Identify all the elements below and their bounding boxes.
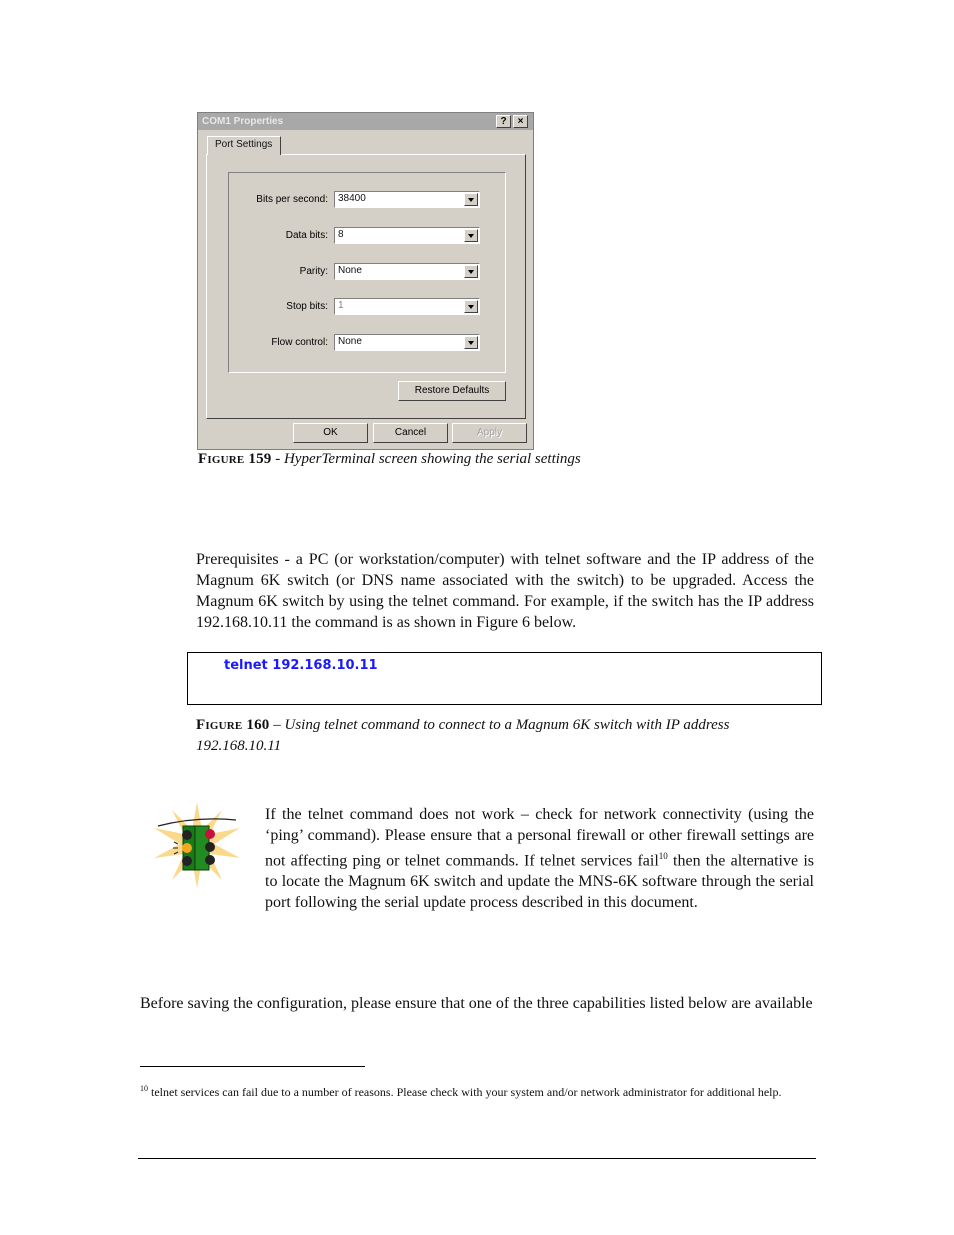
note-paragraph-top: If the telnet command does not work – ch… bbox=[265, 804, 814, 913]
figure-description: - HyperTerminal screen showing the seria… bbox=[271, 451, 581, 467]
figure-description: – Using telnet command to connect to a M… bbox=[196, 717, 730, 754]
close-button[interactable]: × bbox=[513, 115, 528, 128]
footnote-separator bbox=[140, 1066, 365, 1067]
footnote-reference[interactable]: 10 bbox=[659, 851, 668, 861]
dialog-title-bar: COM1 Properties bbox=[198, 113, 533, 130]
restore-defaults-button[interactable]: Restore Defaults bbox=[398, 381, 506, 401]
footnote-number: 10 bbox=[140, 1084, 148, 1093]
flow-control-value: None bbox=[338, 336, 362, 347]
footnote: 10 telnet services can fail due to a num… bbox=[140, 1080, 800, 1101]
data-bits-value: 8 bbox=[338, 229, 344, 240]
chevron-down-icon[interactable] bbox=[464, 193, 478, 206]
figure-label: Figure 159 bbox=[198, 451, 272, 467]
ok-button[interactable]: OK bbox=[293, 423, 368, 443]
parity-select[interactable]: None bbox=[334, 263, 480, 280]
parity-value: None bbox=[338, 265, 362, 276]
traffic-light-icon bbox=[150, 800, 244, 890]
tab-port-settings[interactable]: Port Settings bbox=[207, 136, 281, 155]
bits-per-second-label: Bits per second: bbox=[256, 194, 328, 205]
stop-bits-label: Stop bits: bbox=[286, 301, 328, 312]
apply-button[interactable]: Apply bbox=[452, 423, 527, 443]
data-bits-label: Data bits: bbox=[285, 230, 328, 241]
page-footer-rule bbox=[138, 1158, 816, 1159]
cancel-button[interactable]: Cancel bbox=[373, 423, 448, 443]
telnet-command: telnet 192.168.10.11 bbox=[224, 658, 378, 673]
stop-bits-select[interactable]: 1 bbox=[334, 298, 480, 315]
figure-label: Figure 160 bbox=[196, 717, 270, 733]
help-button[interactable]: ? bbox=[496, 115, 511, 128]
chevron-down-icon[interactable] bbox=[464, 300, 478, 313]
chevron-down-icon[interactable] bbox=[464, 336, 478, 349]
chevron-down-icon[interactable] bbox=[464, 229, 478, 242]
dialog-title: COM1 Properties bbox=[202, 116, 284, 127]
parity-label: Parity: bbox=[299, 266, 328, 277]
stop-bits-value: 1 bbox=[338, 300, 344, 311]
footnote-text: telnet services can fail due to a number… bbox=[148, 1085, 782, 1099]
com1-properties-dialog: COM1 Properties ? × Port Settings Bits p… bbox=[197, 112, 534, 450]
data-bits-select[interactable]: 8 bbox=[334, 227, 480, 244]
saving-paragraph: Before saving the configuration, please … bbox=[140, 995, 813, 1012]
prerequisites-paragraph: Prerequisites - a PC (or workstation/com… bbox=[196, 551, 814, 631]
flow-control-label: Flow control: bbox=[271, 337, 328, 348]
figure-159-caption: Figure 159 - HyperTerminal screen showin… bbox=[198, 451, 581, 468]
bits-per-second-select[interactable]: 38400 bbox=[334, 191, 480, 208]
figure-160-caption: Figure 160 – Using telnet command to con… bbox=[196, 715, 796, 757]
flow-control-select[interactable]: None bbox=[334, 334, 480, 351]
code-box: telnet 192.168.10.11 bbox=[187, 652, 822, 705]
chevron-down-icon[interactable] bbox=[464, 265, 478, 278]
bits-per-second-value: 38400 bbox=[338, 193, 366, 204]
